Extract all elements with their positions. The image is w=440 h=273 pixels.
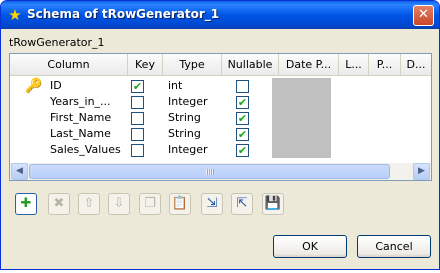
key-checkbox[interactable]: [131, 144, 144, 157]
copy-icon: ❐: [144, 196, 156, 211]
add-icon: ✚: [20, 196, 32, 211]
cell-column-name[interactable]: ID: [50, 78, 126, 94]
cell-date-pattern[interactable]: [272, 78, 331, 94]
cell-type[interactable]: Integer: [168, 94, 220, 110]
key-checkbox[interactable]: ✔: [131, 80, 144, 93]
dialog-title: Schema of tRowGenerator_1: [27, 7, 220, 21]
move-up-icon: ⇧: [83, 196, 95, 211]
cell-column-name[interactable]: First_Name: [50, 110, 126, 126]
cell-date-pattern[interactable]: [272, 126, 331, 142]
close-button[interactable]: ✕: [413, 5, 434, 26]
header-length[interactable]: L...: [339, 54, 369, 76]
add-button[interactable]: ✚: [15, 193, 37, 215]
cell-date-pattern[interactable]: [272, 110, 331, 126]
key-checkbox[interactable]: [131, 112, 144, 125]
ok-button[interactable]: OK: [273, 235, 347, 258]
cell-column-name[interactable]: Years_in_...: [50, 94, 126, 110]
nullable-checkbox[interactable]: [236, 80, 249, 93]
component-label: tRowGenerator_1: [9, 36, 105, 49]
scroll-right-button[interactable]: ▶: [413, 163, 430, 180]
header-key[interactable]: Key: [128, 54, 163, 76]
horizontal-scrollbar[interactable]: ◀ ▶: [10, 163, 431, 180]
talend-star-icon: ★: [8, 6, 22, 24]
nullable-checkbox[interactable]: ✔: [236, 144, 249, 157]
copy-button[interactable]: ❐: [139, 193, 161, 215]
key-checkbox[interactable]: [131, 128, 144, 141]
scroll-thumb[interactable]: [29, 164, 390, 179]
move-down-icon: ⇩: [113, 196, 125, 211]
table-row[interactable]: 🔑 ID ✔ int: [10, 78, 431, 94]
header-precision[interactable]: P...: [369, 54, 401, 76]
scroll-left-button[interactable]: ◀: [11, 163, 28, 180]
remove-icon: ✖: [53, 196, 65, 211]
save-icon: 💾: [264, 196, 282, 211]
paste-icon: 📋: [171, 196, 189, 211]
close-icon: ✕: [418, 7, 429, 22]
table-row[interactable]: Last_Name String ✔: [10, 126, 431, 142]
nullable-checkbox[interactable]: ✔: [236, 112, 249, 125]
export-schema-button[interactable]: ⇱: [231, 193, 253, 215]
header-default[interactable]: D...: [401, 54, 431, 76]
cell-type[interactable]: int: [168, 78, 220, 94]
remove-button[interactable]: ✖: [48, 193, 70, 215]
import-schema-icon: ⇲: [206, 196, 218, 211]
cell-type[interactable]: Integer: [168, 142, 220, 158]
move-down-button[interactable]: ⇩: [108, 193, 130, 215]
cell-date-pattern[interactable]: [272, 94, 331, 110]
cell-column-name[interactable]: Sales_Values: [50, 142, 126, 158]
schema-dialog: ★ Schema of tRowGenerator_1 ✕ tRowGenera…: [0, 0, 440, 270]
cell-type[interactable]: String: [168, 126, 220, 142]
import-schema-button[interactable]: ⇲: [201, 193, 223, 215]
header-nullable[interactable]: Nullable: [222, 54, 279, 76]
table-row[interactable]: Years_in_... Integer ✔: [10, 94, 431, 110]
header-date-pattern[interactable]: Date P...: [279, 54, 339, 76]
table-header: Column Key Type Nullable Date P... L... …: [10, 54, 431, 76]
paste-button[interactable]: 📋: [169, 193, 191, 215]
table-row[interactable]: First_Name String ✔: [10, 110, 431, 126]
nullable-checkbox[interactable]: ✔: [236, 96, 249, 109]
cell-date-pattern[interactable]: [272, 142, 331, 158]
cell-type[interactable]: String: [168, 110, 220, 126]
schema-table[interactable]: Column Key Type Nullable Date P... L... …: [9, 53, 432, 181]
cell-column-name[interactable]: Last_Name: [50, 126, 126, 142]
scroll-grip-icon: [205, 169, 214, 175]
key-checkbox[interactable]: [131, 96, 144, 109]
nullable-checkbox[interactable]: ✔: [236, 128, 249, 141]
title-bar[interactable]: ★ Schema of tRowGenerator_1 ✕: [1, 1, 439, 29]
export-schema-icon: ⇱: [236, 196, 248, 211]
primary-key-icon: 🔑: [25, 78, 43, 94]
cancel-button[interactable]: Cancel: [357, 235, 431, 258]
save-button[interactable]: 💾: [262, 193, 284, 215]
move-up-button[interactable]: ⇧: [78, 193, 100, 215]
table-row[interactable]: Sales_Values Integer ✔: [10, 142, 431, 158]
header-type[interactable]: Type: [163, 54, 222, 76]
header-column[interactable]: Column: [10, 54, 128, 76]
